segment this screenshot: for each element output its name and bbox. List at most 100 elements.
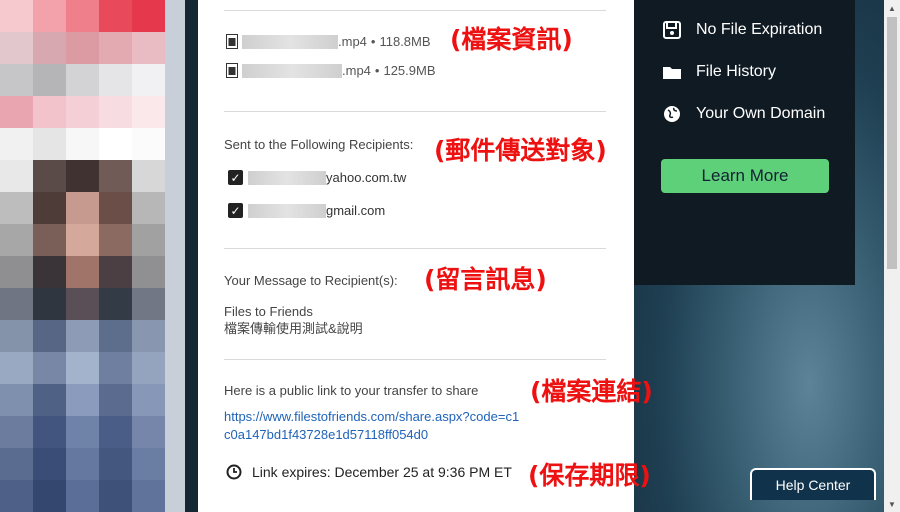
- recipient-checkbox[interactable]: ✓: [228, 203, 243, 218]
- photo-pixel: [66, 256, 99, 289]
- file-row: .mp4 • 125.9MB: [226, 63, 436, 78]
- photo-pixel: [66, 128, 99, 161]
- recipient-checkbox[interactable]: ✓: [228, 170, 243, 185]
- divider: [224, 111, 606, 112]
- redacted-filename: [242, 63, 342, 78]
- file-row: .mp4 • 118.8MB: [226, 34, 431, 49]
- photo-pixel: [0, 448, 33, 481]
- photo-pixel: [99, 192, 132, 225]
- photo-pixel: [132, 384, 165, 417]
- photo-pixel: [66, 96, 99, 129]
- photo-pixel: [0, 0, 33, 33]
- link-expiry: Link expires: December 25 at 9:36 PM ET: [226, 464, 512, 480]
- photo-pixel: [66, 288, 99, 321]
- photo-pixel: [66, 0, 99, 33]
- scroll-down-icon[interactable]: ▼: [884, 496, 900, 512]
- annotation-link: (檔案連結): [530, 377, 653, 406]
- photo-pixel: [33, 224, 66, 257]
- file-size: 125.9MB: [383, 63, 436, 78]
- photo-pixel: [99, 352, 132, 385]
- promo-label: No File Expiration: [696, 21, 823, 38]
- redacted-email: [248, 203, 326, 218]
- photo-pixel: [0, 192, 33, 225]
- photo-pixel: [99, 480, 132, 512]
- photo-pixel: [66, 160, 99, 193]
- photo-pixel: [66, 64, 99, 97]
- photo-pixel: [33, 160, 66, 193]
- scrollbar-thumb[interactable]: [887, 17, 897, 269]
- recipient-row: ✓ yahoo.com.tw: [228, 170, 406, 185]
- promo-item-your-own-domain: Your Own Domain: [662, 104, 825, 124]
- divider: [224, 248, 606, 249]
- photo-pixel: [33, 32, 66, 65]
- photo-pixel: [33, 128, 66, 161]
- save-icon: [663, 21, 681, 39]
- background-strip: [185, 0, 198, 512]
- photo-pixel: [0, 96, 33, 129]
- photo-pixel: [0, 416, 33, 449]
- divider: [224, 359, 606, 360]
- pixelated-photo: [0, 0, 185, 512]
- photo-pixel: [66, 320, 99, 353]
- photo-pixel: [99, 288, 132, 321]
- photo-pixel: [132, 288, 165, 321]
- photo-pixel: [99, 224, 132, 257]
- photo-pixel: [66, 416, 99, 449]
- photo-pixel: [0, 384, 33, 417]
- photo-pixel: [132, 96, 165, 129]
- scrollbar[interactable]: ▲ ▼: [884, 0, 900, 512]
- recipient-domain: gmail.com: [326, 203, 386, 218]
- photo-pixel: [99, 160, 132, 193]
- photo-pixel: [33, 0, 66, 33]
- share-label: Here is a public link to your transfer t…: [224, 383, 479, 398]
- photo-pixel: [132, 256, 165, 289]
- file-icon: [226, 34, 238, 49]
- folder-icon: [663, 67, 681, 79]
- promo-item-file-history: File History: [662, 62, 776, 82]
- annotation-recipients: (郵件傳送對象): [434, 136, 607, 165]
- recipient-row: ✓ gmail.com: [228, 203, 385, 218]
- photo-pixel: [99, 384, 132, 417]
- photo-pixel: [0, 160, 33, 193]
- help-center-button[interactable]: Help Center: [750, 468, 876, 500]
- photo-pixel: [99, 0, 132, 33]
- photo-pixel: [99, 416, 132, 449]
- promo-label: Your Own Domain: [696, 105, 826, 122]
- photo-pixel: [66, 448, 99, 481]
- photo-pixel: [132, 160, 165, 193]
- globe-icon: [664, 106, 680, 122]
- photo-pixel: [66, 192, 99, 225]
- photo-pixel: [66, 224, 99, 257]
- photo-pixel: [0, 224, 33, 257]
- clock-icon: [226, 464, 242, 480]
- file-suffix: .mp4: [338, 34, 367, 49]
- photo-pixel: [0, 64, 33, 97]
- photo-pixel: [99, 64, 132, 97]
- photo-pixel: [33, 64, 66, 97]
- promo-label: File History: [696, 63, 777, 80]
- annotation-expires: (保存期限): [528, 461, 651, 490]
- photo-pixel: [132, 480, 165, 512]
- photo-pixel: [0, 480, 33, 512]
- photo-pixel: [132, 192, 165, 225]
- size-separator: •: [370, 34, 376, 49]
- photo-pixel: [132, 416, 165, 449]
- message-label: Your Message to Recipient(s):: [224, 273, 398, 288]
- photo-pixel: [132, 224, 165, 257]
- transfer-details-panel: .mp4 • 118.8MB .mp4 • 125.9MB (檔案資訊) Sen…: [198, 0, 653, 512]
- message-title: Files to Friends: [224, 304, 313, 319]
- redacted-filename: [242, 34, 338, 49]
- file-suffix: .mp4: [342, 63, 371, 78]
- photo-pixel: [33, 96, 66, 129]
- share-link[interactable]: https://www.filestofriends.com/share.asp…: [224, 408, 524, 444]
- redacted-email: [248, 170, 326, 185]
- learn-more-button[interactable]: Learn More: [661, 159, 829, 193]
- promo-item-no-file-expiration: No File Expiration: [662, 20, 822, 40]
- photo-pixel: [66, 352, 99, 385]
- photo-pixel: [0, 320, 33, 353]
- promo-box: No File Expiration File History Your Own…: [634, 0, 855, 285]
- file-size: 118.8MB: [379, 34, 431, 49]
- photo-pixel: [99, 256, 132, 289]
- scroll-up-icon[interactable]: ▲: [884, 0, 900, 16]
- divider: [224, 10, 606, 11]
